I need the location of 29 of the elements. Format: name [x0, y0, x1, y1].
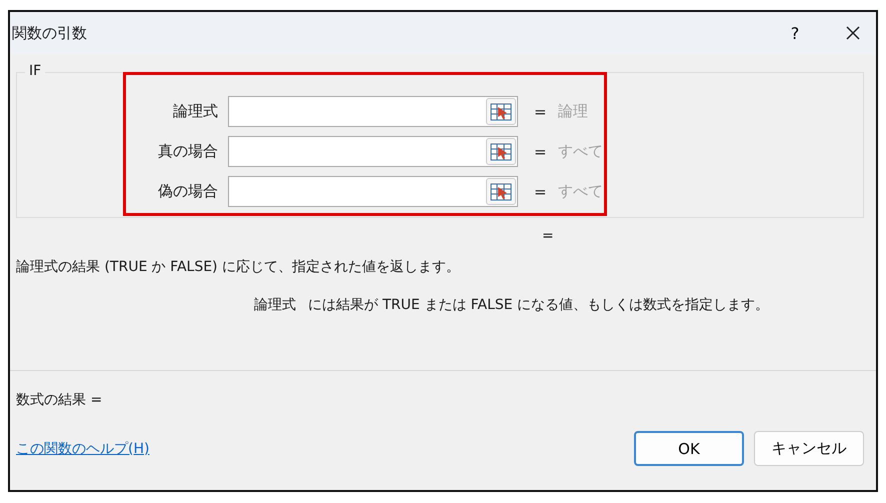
- argument-label: 偽の場合: [157, 182, 219, 201]
- help-link[interactable]: この関数のヘルプ(H): [16, 440, 624, 458]
- equals-sign: =: [534, 142, 548, 160]
- range-select-icon: [490, 142, 512, 160]
- argument-type: すべて: [558, 182, 603, 201]
- argument-input[interactable]: [228, 96, 518, 127]
- range-select-icon: [490, 182, 512, 200]
- argument-description: には結果が TRUE または FALSE になる値、もしくは数式を指定します。: [308, 296, 770, 314]
- function-description: 論理式の結果 (TRUE か FALSE) に応じて、指定された値を返します。: [16, 258, 461, 276]
- range-select-button[interactable]: [486, 178, 516, 205]
- argument-input[interactable]: [228, 136, 518, 167]
- argument-type: 論理: [558, 102, 588, 121]
- result-equals: =: [542, 228, 554, 244]
- dialog-button[interactable]: OK: [634, 431, 744, 466]
- argument-label: 論理式: [172, 102, 219, 121]
- formula-result: 数式の結果 =: [16, 391, 104, 409]
- help-button[interactable]: ?: [772, 13, 818, 53]
- equals-sign: =: [534, 102, 548, 120]
- close-icon: [845, 25, 861, 41]
- equals-sign: =: [534, 182, 548, 200]
- window-title: 関数の引数: [12, 24, 88, 42]
- dialog-button[interactable]: キャンセル: [754, 431, 864, 466]
- argument-label: 真の場合: [157, 142, 219, 161]
- argument-type: すべて: [558, 142, 603, 161]
- range-select-icon: [490, 102, 512, 120]
- range-select-button[interactable]: [486, 98, 516, 125]
- argument-name: 論理式: [254, 296, 296, 314]
- argument-input[interactable]: [228, 176, 518, 207]
- range-select-button[interactable]: [486, 138, 516, 165]
